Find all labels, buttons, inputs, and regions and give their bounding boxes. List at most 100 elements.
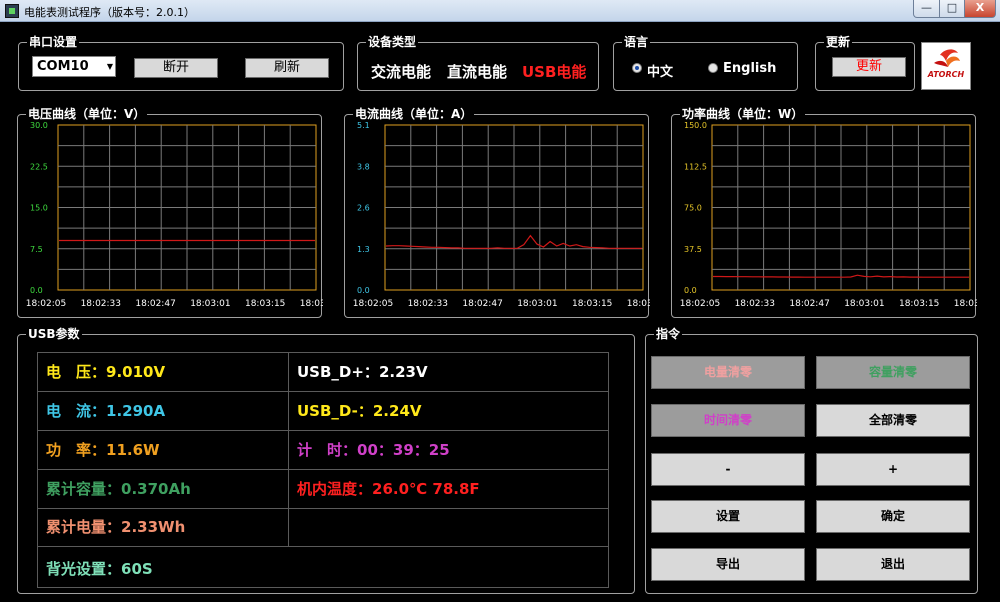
language-chinese-radio[interactable] [632,63,642,73]
logo-text: ATORCH [927,70,965,79]
serial-settings-label: 串口设置 [27,34,80,50]
backlight-readout: 背光设置：60S [46,559,153,579]
language-chinese-label[interactable]: 中文 [647,61,673,80]
x-tick-label: 18:02:33 [81,299,121,309]
power-value: 11.6W [106,441,160,459]
x-tick-label: 18:02:05 [26,299,66,309]
temperature-value: 26.0℃ 78.8F [372,480,480,498]
x-tick-label: 18:02:05 [353,299,393,309]
maximize-button[interactable]: □ [939,0,965,18]
power-chart: 150.0 112.5 75.0 37.5 0.0 18:02:05 18:02:33 18:… [680,121,977,309]
usb-dplus-readout: USB_D+：2.23V [297,362,428,382]
settings-button[interactable]: 设置 [651,500,805,533]
y-tick-label: 1.3 [357,245,370,254]
energy-value: 2.33Wh [121,518,186,536]
close-button[interactable]: X [964,0,996,18]
app-icon [5,4,19,18]
usb-dplus-label: USB_D+： [297,363,379,381]
language-english-radio[interactable] [708,63,718,73]
exit-button[interactable]: 退出 [816,548,970,581]
usb-params-table: 电 压：9.010V USB_D+：2.23V 电 流：1.290A USB_D… [37,352,609,588]
x-tick-label: 18:02:33 [408,299,448,309]
timer-value: 00：39：25 [357,441,450,459]
plus-button[interactable]: + [816,453,970,486]
usb-dplus-value: 2.23V [378,363,428,381]
y-tick-label: 37.5 [684,245,702,254]
x-tick-label: 18:03:29 [300,299,323,309]
y-tick-label: 112.5 [684,162,707,171]
x-tick-label: 18:03:15 [245,299,285,309]
voltage-readout: 电 压：9.010V [46,362,165,382]
confirm-button[interactable]: 确定 [816,500,970,533]
energy-label: 累计电量： [46,518,122,536]
capacity-value: 0.370Ah [121,480,191,498]
usb-dminus-label: USB_D-： [297,402,373,420]
current-label: 电 流： [46,402,107,420]
x-tick-label: 18:03:01 [517,299,557,309]
y-tick-label: 2.6 [357,204,370,213]
y-tick-label: 22.5 [30,162,48,171]
commands-label: 指令 [654,326,683,342]
disconnect-button[interactable]: 断开 [134,58,218,78]
y-tick-label: 0.0 [30,286,43,295]
x-tick-label: 18:03:01 [190,299,230,309]
clear-all-button[interactable]: 全部清零 [816,404,970,437]
update-button[interactable]: 更新 [832,57,906,77]
temperature-label: 机内温度： [297,480,373,498]
atorch-logo: ATORCH [921,42,971,90]
atorch-logo-icon: ATORCH [927,49,965,79]
device-type-label: 设备类型 [366,34,419,50]
serial-port-select[interactable]: COM10 ▼ [32,56,116,77]
energy-readout: 累计电量：2.33Wh [46,517,185,537]
x-tick-label: 18:03:01 [844,299,884,309]
y-tick-label: 0.0 [357,286,370,295]
x-tick-label: 18:03:29 [954,299,977,309]
y-tick-label: 75.0 [684,204,702,213]
y-tick-label: 7.5 [30,245,43,254]
clear-time-button[interactable]: 时间清零 [651,404,805,437]
device-type-usb[interactable]: USB电能 [522,61,586,82]
voltage-value: 9.010V [106,363,166,381]
y-tick-label: 0.0 [684,286,697,295]
update-label: 更新 [824,34,853,50]
y-tick-label: 3.8 [357,162,370,171]
language-label: 语言 [622,34,651,50]
x-tick-label: 18:02:47 [135,299,175,309]
x-tick-label: 18:02:47 [462,299,502,309]
current-chart: 5.1 3.8 2.6 1.3 0.0 18:02:05 18:02:33 18:02:47 1… [353,121,650,309]
x-tick-label: 18:02:33 [735,299,775,309]
power-chart-group: 功率曲线（单位：W） 150.0 112.5 75.0 37.5 0.0 18:02:05… [671,106,977,318]
current-value: 1.290A [106,402,166,420]
clear-capacity-button[interactable]: 容量清零 [816,356,970,389]
usb-dminus-readout: USB_D-：2.24V [297,401,422,421]
export-button[interactable]: 导出 [651,548,805,581]
current-readout: 电 流：1.290A [46,401,165,421]
serial-port-value: COM10 [37,59,89,74]
refresh-button[interactable]: 刷新 [245,58,329,78]
temperature-readout: 机内温度：26.0℃ 78.8F [297,479,480,499]
usb-params-label: USB参数 [26,326,82,342]
x-tick-label: 18:03:15 [572,299,612,309]
usb-dminus-value: 2.24V [372,402,422,420]
x-tick-label: 18:03:15 [899,299,939,309]
capacity-label: 累计容量： [46,480,122,498]
language-english-label[interactable]: English [723,61,776,76]
power-readout: 功 率：11.6W [46,440,160,460]
minus-button[interactable]: - [651,453,805,486]
voltage-chart-group: 电压曲线（单位：V） 30.0 22.5 15.0 7.5 0.0 18:02:05 18:… [17,106,323,318]
device-type-ac[interactable]: 交流电能 [371,61,431,82]
y-tick-label: 5.1 [357,121,370,130]
clear-energy-button[interactable]: 电量清零 [651,356,805,389]
backlight-label: 背光设置： [46,560,122,578]
x-tick-label: 18:02:05 [680,299,720,309]
timer-label: 计 时： [297,441,358,459]
current-chart-group: 电流曲线（单位：A） 5.1 3.8 2.6 1.3 0.0 18:02:05 18:02:… [344,106,650,318]
y-tick-label: 150.0 [684,121,707,130]
x-tick-label: 18:03:29 [627,299,650,309]
minimize-button[interactable]: — [913,0,940,18]
window-title: 电能表测试程序（版本号：2.0.1） [24,6,195,19]
capacity-readout: 累计容量：0.370Ah [46,479,191,499]
title-bar: 电能表测试程序（版本号：2.0.1） — □ X [0,0,1000,22]
device-type-dc[interactable]: 直流电能 [447,61,507,82]
x-tick-label: 18:02:47 [789,299,829,309]
